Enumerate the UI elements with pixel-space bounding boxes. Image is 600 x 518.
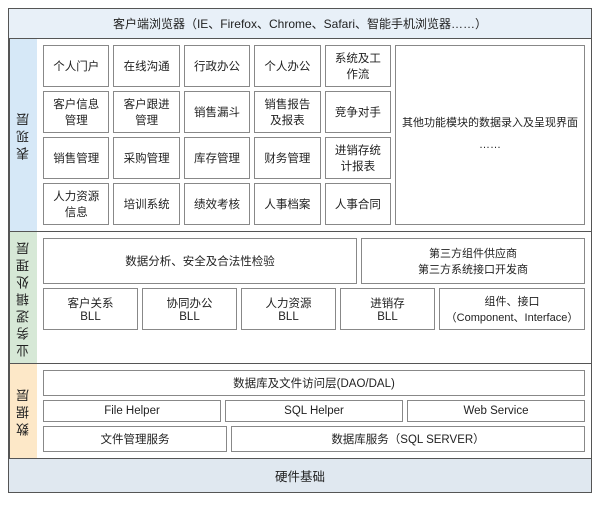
browser-bar: 客户端浏览器（IE、Firefox、Chrome、Safari、智能手机浏览器…… (9, 9, 591, 39)
presentation-layer-content: 个人门户 在线沟通 行政办公 个人办公 系统及工作流 客户信息管理 客户跟进管理… (37, 39, 591, 231)
cell-personal-portal: 个人门户 (43, 45, 109, 87)
layers-container: 表现层 个人门户 在线沟通 行政办公 个人办公 系统及工作流 (9, 39, 591, 458)
biz-bll-collab: 协同办公 BLL (142, 288, 237, 330)
web-service-cell: Web Service (407, 400, 585, 422)
cell-system-workflow: 系统及工作流 (325, 45, 391, 87)
biz-bll-crm: 客户关系 BLL (43, 288, 138, 330)
db-service-cell: 数据库服务（SQL SERVER） (231, 426, 585, 452)
hardware-bar: 硬件基础 (9, 458, 591, 492)
biz-bll-inventory: 进销存 BLL (340, 288, 435, 330)
file-service-cell: 文件管理服务 (43, 426, 227, 452)
pres-row-3: 销售管理 采购管理 库存管理 财务管理 进销存统计报表 (43, 137, 391, 179)
cell-admin-office: 行政办公 (184, 45, 250, 87)
biz-bll-row: 客户关系 BLL 协同办公 BLL 人力资源 BLL 进销存 BLL (43, 288, 585, 330)
hardware-label: 硬件基础 (275, 470, 325, 484)
dao-dal-label: 数据库及文件访问层(DAO/DAL) (43, 370, 585, 396)
cell-competitor: 竞争对手 (325, 91, 391, 133)
biz-bll-hr: 人力资源 BLL (241, 288, 336, 330)
helpers-row: File Helper SQL Helper Web Service (43, 400, 585, 422)
business-layer-content: 数据分析、安全及合法性检验 第三方组件供应商 第三方系统接口开发商 客户关系 B… (37, 232, 591, 363)
cell-purchase-mgmt: 采购管理 (113, 137, 179, 179)
cell-sales-reports: 销售报告及报表 (254, 91, 320, 133)
services-row: 文件管理服务 数据库服务（SQL SERVER） (43, 426, 585, 452)
biz-third-party: 第三方组件供应商 第三方系统接口开发商 (361, 238, 585, 284)
data-layer-content: 数据库及文件访问层(DAO/DAL) File Helper SQL Helpe… (37, 364, 591, 458)
data-layer-row: 数据层 数据库及文件访问层(DAO/DAL) File Helper SQL H… (9, 364, 591, 458)
biz-data-analysis: 数据分析、安全及合法性检验 (43, 238, 357, 284)
dao-row: 数据库及文件访问层(DAO/DAL) (43, 370, 585, 396)
browser-bar-text: 客户端浏览器（IE、Firefox、Chrome、Safari、智能手机浏览器…… (113, 17, 487, 31)
file-helper-cell: File Helper (43, 400, 221, 422)
biz-component-interface: 组件、接口 （Component、Interface） (439, 288, 585, 330)
cell-personal-office: 个人办公 (254, 45, 320, 87)
data-layer-label: 数据层 (9, 364, 37, 458)
cell-customer-info: 客户信息管理 (43, 91, 109, 133)
pres-row-1: 个人门户 在线沟通 行政办公 个人办公 系统及工作流 (43, 45, 391, 87)
main-architecture-diagram: 客户端浏览器（IE、Firefox、Chrome、Safari、智能手机浏览器…… (8, 8, 592, 493)
cell-customer-follow: 客户跟进管理 (113, 91, 179, 133)
cell-performance: 绩效考核 (184, 183, 250, 225)
sql-helper-cell: SQL Helper (225, 400, 403, 422)
cell-inventory-mgmt: 库存管理 (184, 137, 250, 179)
business-layer-row: 业务逻辑处理层 数据分析、安全及合法性检验 第三方组件供应商 第三方系统接口开发… (9, 232, 591, 364)
cell-sales-funnel: 销售漏斗 (184, 91, 250, 133)
presentation-layer-label: 表现层 (9, 39, 37, 231)
cell-sales-mgmt: 销售管理 (43, 137, 109, 179)
cell-training: 培训系统 (113, 183, 179, 225)
pres-side-cell: 其他功能模块的数据录入及呈现界面 …… (395, 45, 585, 225)
cell-finance-mgmt: 财务管理 (254, 137, 320, 179)
pres-main-row: 个人门户 在线沟通 行政办公 个人办公 系统及工作流 客户信息管理 客户跟进管理… (43, 45, 585, 225)
pres-row-2: 客户信息管理 客户跟进管理 销售漏斗 销售报告及报表 竞争对手 (43, 91, 391, 133)
pres-cells: 个人门户 在线沟通 行政办公 个人办公 系统及工作流 客户信息管理 客户跟进管理… (43, 45, 391, 225)
cell-personnel-file: 人事档案 (254, 183, 320, 225)
cell-online-comm: 在线沟通 (113, 45, 179, 87)
cell-personnel-contract: 人事合同 (325, 183, 391, 225)
cell-inventory-stats: 进销存统计报表 (325, 137, 391, 179)
pres-row-4: 人力资源信息 培训系统 绩效考核 人事档案 人事合同 (43, 183, 391, 225)
biz-top-row: 数据分析、安全及合法性检验 第三方组件供应商 第三方系统接口开发商 (43, 238, 585, 284)
presentation-layer-row: 表现层 个人门户 在线沟通 行政办公 个人办公 系统及工作流 (9, 39, 591, 232)
cell-hr-info: 人力资源信息 (43, 183, 109, 225)
business-layer-label: 业务逻辑处理层 (9, 232, 37, 363)
